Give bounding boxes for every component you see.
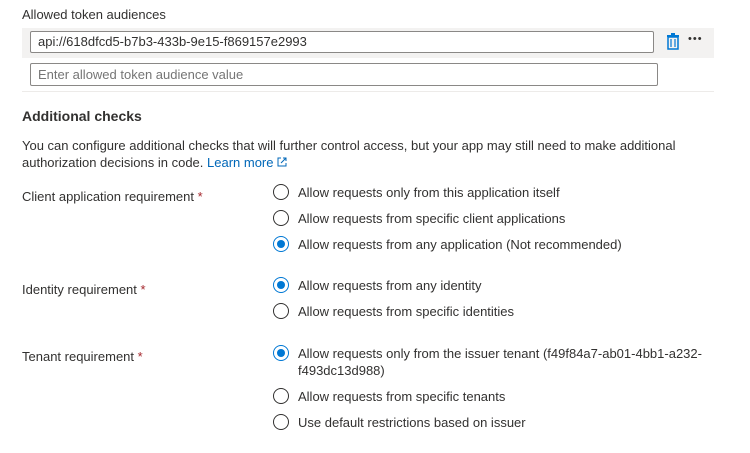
- client-requirement-text: Client application requirement: [22, 189, 194, 204]
- radio-button-selected[interactable]: [273, 345, 289, 361]
- section-title: Additional checks: [22, 108, 142, 124]
- description-text: You can configure additional checks that…: [22, 138, 676, 170]
- radio-label: Allow requests from any identity: [298, 278, 482, 293]
- radio-button-selected[interactable]: [273, 236, 289, 252]
- radio-tenant-default[interactable]: Use default restrictions based on issuer: [273, 414, 526, 431]
- section-description: You can configure additional checks that…: [22, 137, 722, 171]
- radio-identity-any[interactable]: Allow requests from any identity: [273, 277, 482, 294]
- radio-button-selected[interactable]: [273, 277, 289, 293]
- client-requirement-label: Client application requirement *: [22, 189, 203, 204]
- radio-label: Use default restrictions based on issuer: [298, 415, 526, 430]
- radio-button[interactable]: [273, 388, 289, 404]
- radio-label: Allow requests from specific client appl…: [298, 211, 566, 226]
- learn-more-label: Learn more: [207, 155, 274, 170]
- required-marker: *: [197, 189, 203, 204]
- radio-label: Allow requests from specific tenants: [298, 389, 506, 404]
- radio-button[interactable]: [273, 210, 289, 226]
- ellipsis-icon[interactable]: •••: [688, 33, 703, 45]
- trash-icon[interactable]: [666, 33, 680, 50]
- external-link-icon: [277, 155, 287, 170]
- radio-tenant-specific[interactable]: Allow requests from specific tenants: [273, 388, 505, 405]
- radio-client-this-app[interactable]: Allow requests only from this applicatio…: [273, 184, 560, 201]
- radio-client-any[interactable]: Allow requests from any application (Not…: [273, 236, 622, 253]
- required-marker: *: [137, 349, 143, 364]
- radio-label: Allow requests from specific identities: [298, 304, 515, 319]
- radio-tenant-issuer[interactable]: Allow requests only from the issuer tena…: [273, 345, 718, 379]
- required-marker: *: [140, 282, 146, 297]
- identity-requirement-label: Identity requirement *: [22, 282, 146, 297]
- radio-button[interactable]: [273, 303, 289, 319]
- tenant-requirement-label: Tenant requirement *: [22, 349, 143, 364]
- radio-button[interactable]: [273, 184, 289, 200]
- radio-label: Allow requests from any application (Not…: [298, 237, 622, 252]
- radio-button[interactable]: [273, 414, 289, 430]
- identity-requirement-text: Identity requirement: [22, 282, 137, 297]
- radio-label: Allow requests only from this applicatio…: [298, 185, 560, 200]
- token-audiences-label: Allowed token audiences: [22, 7, 166, 22]
- tenant-requirement-text: Tenant requirement: [22, 349, 135, 364]
- learn-more-link[interactable]: Learn more: [207, 155, 273, 170]
- token-audience-new-input[interactable]: [30, 63, 658, 86]
- radio-client-specific[interactable]: Allow requests from specific client appl…: [273, 210, 565, 227]
- token-audience-input[interactable]: [30, 31, 654, 53]
- radio-label: Allow requests only from the issuer tena…: [298, 346, 702, 378]
- divider: [22, 91, 714, 92]
- radio-identity-specific[interactable]: Allow requests from specific identities: [273, 303, 514, 320]
